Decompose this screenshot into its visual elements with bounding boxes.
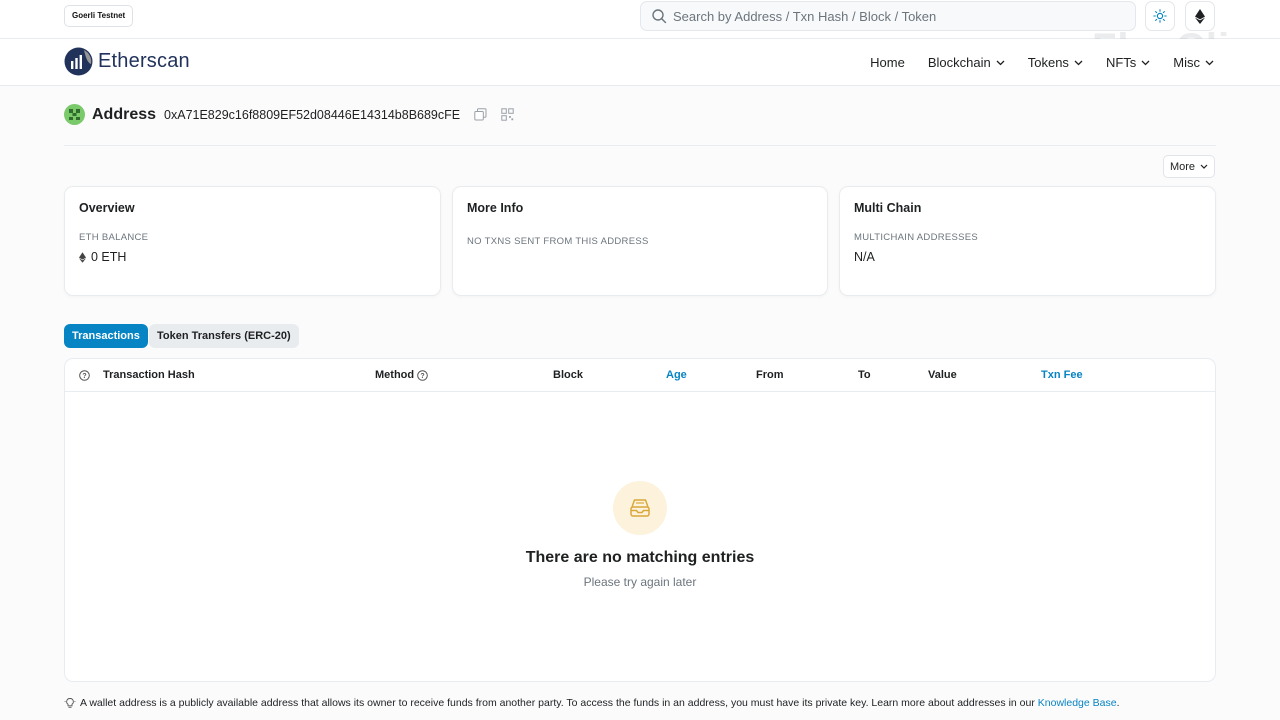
nav-menu: Home Blockchain Tokens NFTs Misc	[847, 55, 1214, 70]
chevron-down-icon	[1200, 164, 1208, 169]
brand-name: Etherscan	[98, 50, 190, 72]
divider	[64, 145, 1216, 146]
eth-balance-text: 0 ETH	[91, 250, 127, 264]
chevron-down-icon	[1074, 60, 1083, 65]
address-hash: 0xA71E829c16f8809EF52d08446E14314b8B689c…	[164, 107, 461, 122]
more-button[interactable]: More	[1163, 155, 1215, 178]
more-info-card: More Info NO TXNS SENT FROM THIS ADDRESS	[452, 186, 828, 296]
col-method-label: Method	[375, 369, 415, 381]
col-txn-fee[interactable]: Txn Fee	[1041, 369, 1083, 381]
nav-item-nfts[interactable]: NFTs	[1106, 55, 1150, 70]
empty-inbox-icon	[613, 481, 667, 535]
knowledge-base-link[interactable]: Knowledge Base	[1038, 697, 1117, 709]
inbox-icon	[630, 499, 650, 517]
nav-label: Misc	[1173, 55, 1200, 70]
lightbulb-icon	[64, 698, 76, 708]
copy-icon[interactable]	[474, 108, 487, 121]
top-bar: Goerli Testnet Search by Address / Txn H…	[0, 0, 1280, 70]
nav-item-blockchain[interactable]: Blockchain	[928, 55, 1005, 70]
help-icon[interactable]: ?	[79, 370, 90, 381]
transactions-table: ? Transaction Hash Method ? Block Age Fr…	[64, 358, 1216, 682]
etherscan-logo-icon	[64, 47, 93, 76]
nav-label: Tokens	[1027, 55, 1069, 70]
search-icon	[652, 9, 667, 24]
note-text: A wallet address is a publicly available…	[80, 697, 1035, 709]
network-badge[interactable]: Goerli Testnet	[64, 5, 134, 27]
card-title: Multi Chain	[854, 201, 922, 215]
col-age[interactable]: Age	[666, 369, 687, 381]
card-title: Overview	[79, 201, 135, 215]
tab-transactions[interactable]: Transactions	[64, 324, 148, 348]
brand-logo[interactable]: Etherscan	[64, 47, 190, 76]
search-placeholder: Search by Address / Txn Hash / Block / T…	[673, 8, 937, 24]
note-end: .	[1116, 697, 1120, 709]
col-value: Value	[928, 369, 957, 381]
address-avatar-icon	[64, 104, 85, 125]
main-navbar: Etherscan Home Blockchain Tokens NFTs Mi…	[0, 39, 1280, 86]
col-method: Method ?	[375, 369, 428, 381]
svg-text:?: ?	[82, 373, 86, 380]
chevron-down-icon	[1141, 60, 1150, 65]
eth-balance-value: 0 ETH	[79, 250, 426, 264]
col-block: Block	[553, 369, 583, 381]
ethereum-icon	[1195, 8, 1205, 24]
col-to: To	[858, 369, 871, 381]
nav-item-misc[interactable]: Misc	[1173, 55, 1214, 70]
table-header: ? Transaction Hash Method ? Block Age Fr…	[65, 359, 1215, 392]
col-txn-hash: Transaction Hash	[103, 369, 195, 381]
multichain-addresses-label: MULTICHAIN ADDRESSES	[854, 232, 979, 243]
multichain-addresses-value: N/A	[854, 250, 875, 264]
nav-item-tokens[interactable]: Tokens	[1028, 55, 1083, 70]
empty-subtitle: Please try again later	[583, 575, 697, 589]
nav-label: Blockchain	[927, 55, 991, 70]
search-input[interactable]: Search by Address / Txn Hash / Block / T…	[640, 1, 1136, 31]
empty-state: There are no matching entries Please try…	[65, 481, 1215, 589]
nav-item-home[interactable]: Home	[870, 55, 905, 70]
ethereum-icon	[79, 251, 86, 263]
chevron-down-icon	[996, 60, 1005, 65]
no-txns-label: NO TXNS SENT FROM THIS ADDRESS	[467, 236, 649, 247]
address-title: Address	[92, 105, 157, 123]
nav-label: NFTs	[1105, 55, 1137, 70]
eth-balance-label: ETH BALANCE	[79, 232, 149, 243]
nav-label: Home	[870, 55, 905, 70]
svg-text:?: ?	[420, 373, 424, 380]
overview-card: Overview ETH BALANCE 0 ETH	[64, 186, 441, 296]
card-title: More Info	[467, 201, 524, 215]
qr-code-icon[interactable]	[501, 108, 514, 121]
address-info-note: A wallet address is a publicly available…	[64, 697, 1120, 709]
sun-icon	[1153, 9, 1167, 23]
multi-chain-card: Multi Chain MULTICHAIN ADDRESSES N/A	[839, 186, 1216, 296]
address-header: Address 0xA71E829c16f8809EF52d08446E1431…	[64, 104, 514, 125]
chevron-down-icon	[1205, 60, 1214, 65]
tab-token-transfers[interactable]: Token Transfers (ERC-20)	[149, 324, 299, 348]
help-icon[interactable]: ?	[417, 369, 428, 381]
empty-title: There are no matching entries	[525, 549, 755, 566]
more-button-label: More	[1169, 160, 1196, 173]
col-from: From	[756, 369, 784, 381]
